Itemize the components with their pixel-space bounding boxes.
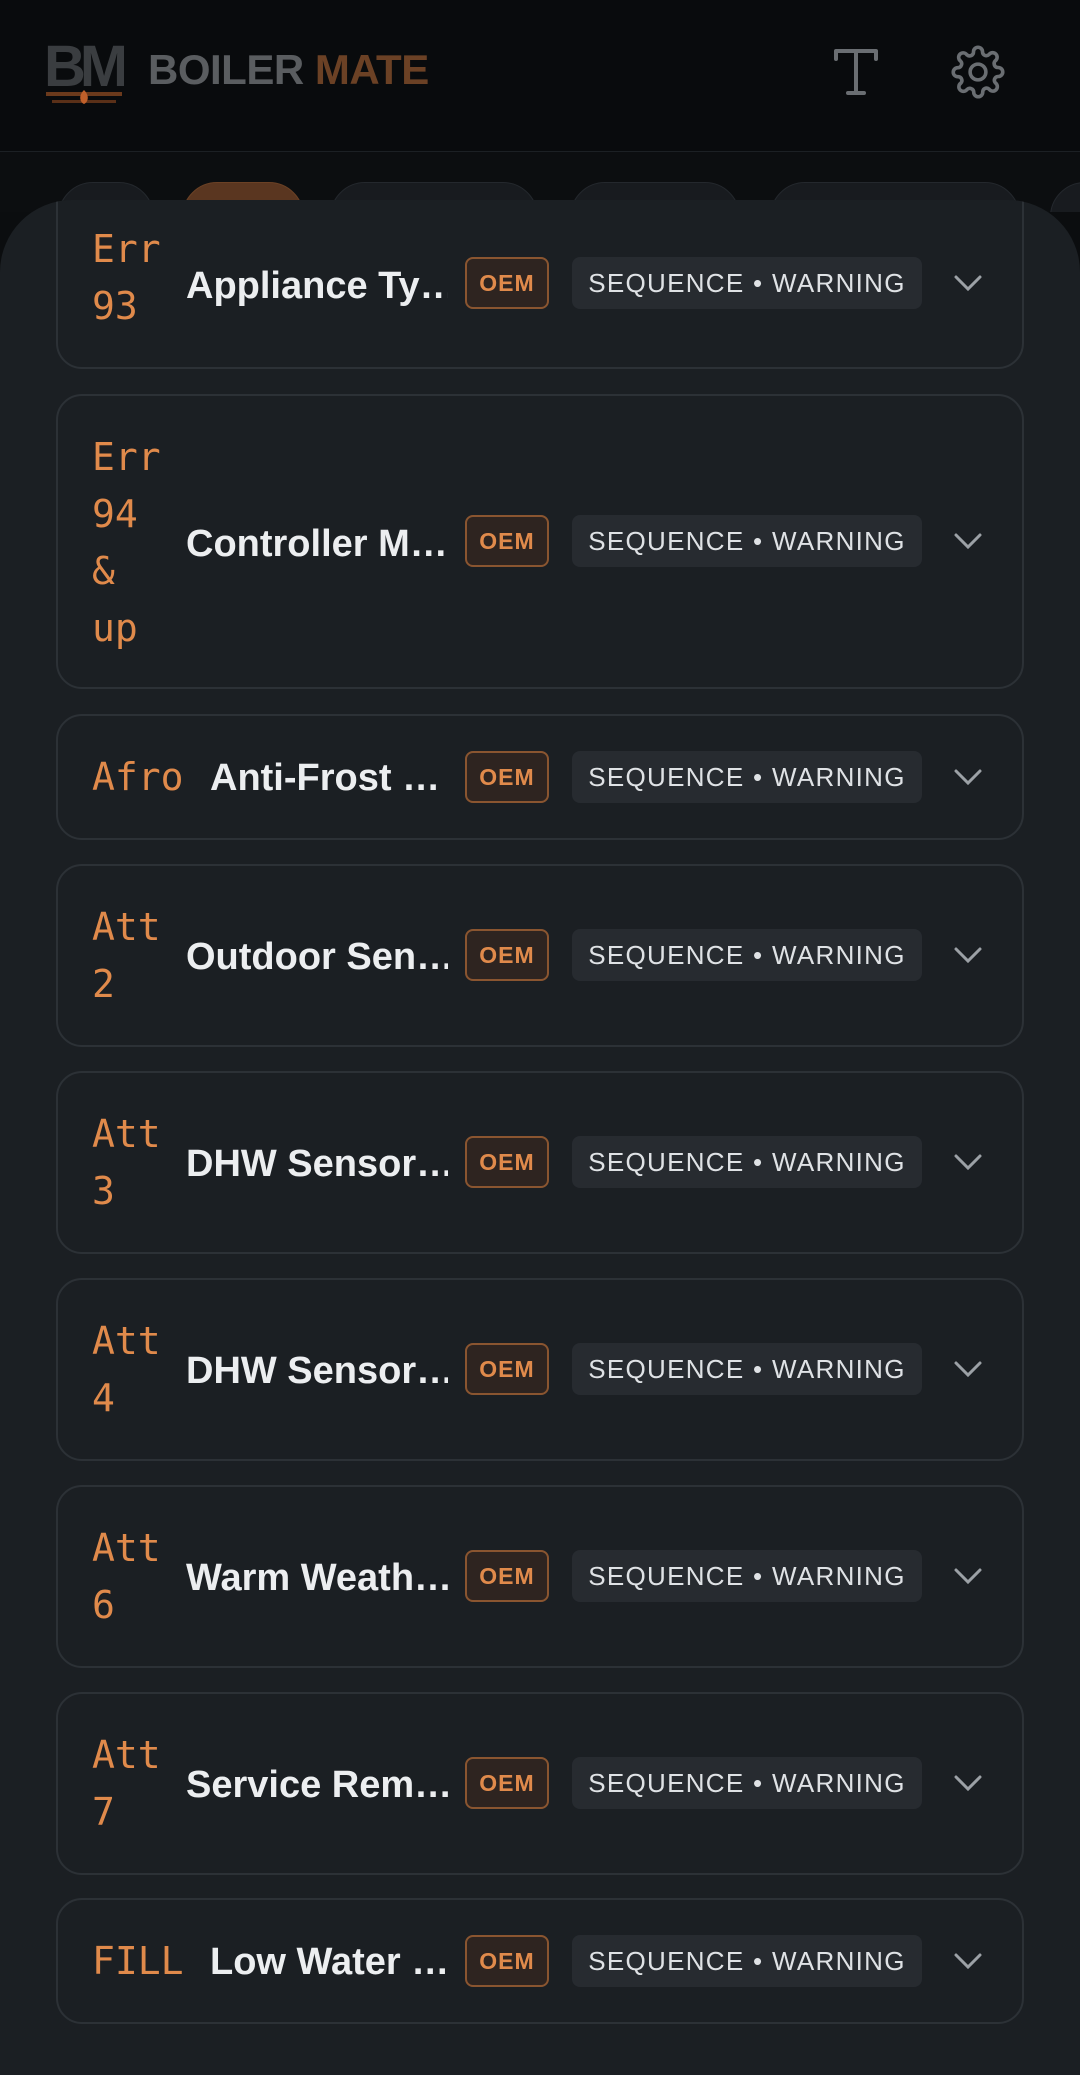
error-title: Appliance Ty… — [186, 265, 448, 307]
error-code: Att 3 — [92, 1112, 161, 1213]
category-tag: SEQUENCE • WARNING — [572, 257, 922, 309]
error-title: Controller M… — [186, 523, 448, 565]
error-card[interactable]: Att 6 Warm Weath… OEM SEQUENCE • WARNING — [56, 1485, 1024, 1668]
chevron-down-icon[interactable] — [948, 1142, 988, 1182]
error-code: Err 93 — [92, 227, 161, 328]
category-tag: SEQUENCE • WARNING — [572, 1935, 922, 1987]
brand-word-2: MATE — [314, 46, 429, 93]
error-title: Low Water … — [210, 1941, 448, 1983]
gear-icon — [951, 45, 1005, 99]
error-title: Outdoor Sen… — [186, 936, 448, 978]
error-card[interactable]: FILL Low Water … OEM SEQUENCE • WARNING — [56, 1898, 1024, 2024]
oem-badge: OEM — [465, 1343, 549, 1395]
error-card[interactable]: Err 94 & up Controller M… OEM SEQUENCE •… — [56, 394, 1024, 689]
error-code: Err 94 & up — [92, 435, 161, 650]
error-title: Service Rem… — [186, 1764, 448, 1806]
chevron-down-icon[interactable] — [948, 263, 988, 303]
error-code: Afro — [92, 755, 184, 799]
category-chip[interactable] — [1050, 182, 1080, 212]
oem-badge: OEM — [465, 751, 549, 803]
error-code: Att 7 — [92, 1733, 161, 1834]
oem-badge: OEM — [465, 929, 549, 981]
error-card[interactable]: Afro Anti-Frost … OEM SEQUENCE • WARNING — [56, 714, 1024, 840]
oem-badge: OEM — [465, 1550, 549, 1602]
oem-badge: OEM — [465, 1935, 549, 1987]
category-tag: SEQUENCE • WARNING — [572, 1757, 922, 1809]
error-card[interactable]: Att 2 Outdoor Sen… OEM SEQUENCE • WARNIN… — [56, 864, 1024, 1047]
error-title: Warm Weath… — [186, 1557, 448, 1599]
chevron-down-icon[interactable] — [948, 521, 988, 561]
chevron-down-icon[interactable] — [948, 1941, 988, 1981]
category-tag: SEQUENCE • WARNING — [572, 751, 922, 803]
chevron-down-icon[interactable] — [948, 1763, 988, 1803]
category-tag: SEQUENCE • WARNING — [572, 1343, 922, 1395]
error-card[interactable]: Att 3 DHW Sensor… OEM SEQUENCE • WARNING — [56, 1071, 1024, 1254]
chevron-down-icon[interactable] — [948, 1349, 988, 1389]
category-tag: SEQUENCE • WARNING — [572, 515, 922, 567]
error-code: Att 6 — [92, 1526, 161, 1627]
brand-word-1: BOILER — [148, 46, 304, 93]
error-title: DHW Sensor… — [186, 1143, 448, 1185]
settings-button[interactable] — [948, 42, 1008, 102]
error-title: Anti-Frost … — [210, 757, 441, 799]
category-tag: SEQUENCE • WARNING — [572, 929, 922, 981]
category-tag: SEQUENCE • WARNING — [572, 1136, 922, 1188]
error-card[interactable]: Att 4 DHW Sensor… OEM SEQUENCE • WARNING — [56, 1278, 1024, 1461]
oem-badge: OEM — [465, 1136, 549, 1188]
oem-badge: OEM — [465, 515, 549, 567]
chevron-down-icon[interactable] — [948, 935, 988, 975]
error-card[interactable]: Att 7 Service Rem… OEM SEQUENCE • WARNIN… — [56, 1692, 1024, 1875]
error-card[interactable]: Err 93 Appliance Ty… OEM SEQUENCE • WARN… — [56, 200, 1024, 369]
chevron-down-icon[interactable] — [948, 1556, 988, 1596]
oem-badge: OEM — [465, 257, 549, 309]
svg-text:BM: BM — [44, 34, 124, 99]
error-title: DHW Sensor… — [186, 1350, 448, 1392]
chevron-down-icon[interactable] — [948, 757, 988, 797]
error-code: Att 4 — [92, 1319, 161, 1420]
font-size-icon — [834, 49, 878, 95]
error-code-sheet: Err 93 Appliance Ty… OEM SEQUENCE • WARN… — [0, 200, 1080, 2075]
category-tag: SEQUENCE • WARNING — [572, 1550, 922, 1602]
app-header: BM BOILER MATE — [0, 0, 1080, 152]
boiler-mate-logo: BM — [44, 30, 131, 112]
font-size-button[interactable] — [826, 42, 886, 102]
error-code: FILL — [92, 1939, 184, 1983]
error-code: Att 2 — [92, 905, 161, 1006]
oem-badge: OEM — [465, 1757, 549, 1809]
app-brand: BOILER MATE — [148, 46, 429, 94]
